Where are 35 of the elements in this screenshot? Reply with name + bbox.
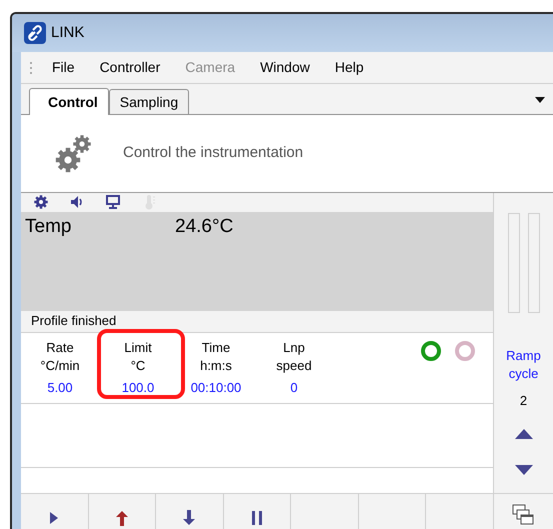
down-arrow-icon[interactable] (514, 464, 532, 474)
column-value[interactable]: 100.0 (122, 378, 154, 397)
gear-icon[interactable] (33, 194, 49, 210)
column-header: Lnp (283, 338, 305, 357)
menu-item[interactable]: File (45, 57, 82, 78)
temp-reading: 24.6°C (175, 214, 234, 239)
tab[interactable]: Sampling (108, 89, 190, 114)
column-header: Limit (124, 338, 152, 357)
link-icon (24, 22, 46, 44)
menu-item[interactable]: Window (253, 57, 317, 78)
column-unit: °C (130, 356, 146, 375)
column-header: Rate (46, 338, 74, 357)
menu-item[interactable]: Controller (92, 57, 168, 78)
windows-icon[interactable] (512, 504, 534, 526)
menu-item[interactable]: Help (328, 57, 371, 78)
column-unit: h:m:s (200, 356, 232, 375)
column-value[interactable]: 00:10:00 (190, 378, 242, 397)
grip-icon (29, 60, 33, 74)
dropdown-icon[interactable] (535, 97, 545, 103)
window-title: LINK (51, 22, 84, 43)
column-unit: speed (276, 356, 312, 375)
ramp-value: 2 (520, 392, 528, 410)
column-value[interactable]: 0 (290, 378, 298, 397)
arrow-up-icon (114, 510, 130, 526)
tab[interactable]: Control (29, 88, 109, 115)
header-text: Control the instrumentation (123, 143, 304, 164)
column-header: Time (202, 338, 230, 357)
column-value[interactable]: 5.00 (47, 378, 73, 397)
up-arrow-icon[interactable] (514, 428, 532, 438)
column-unit: °C/min (40, 356, 80, 375)
ramp-label: Ramp cycle (505, 347, 542, 383)
monitor-icon[interactable] (105, 194, 121, 210)
temp-label: Temp (25, 214, 72, 239)
arrow-down-icon (181, 510, 198, 526)
gears-icon (55, 134, 93, 174)
